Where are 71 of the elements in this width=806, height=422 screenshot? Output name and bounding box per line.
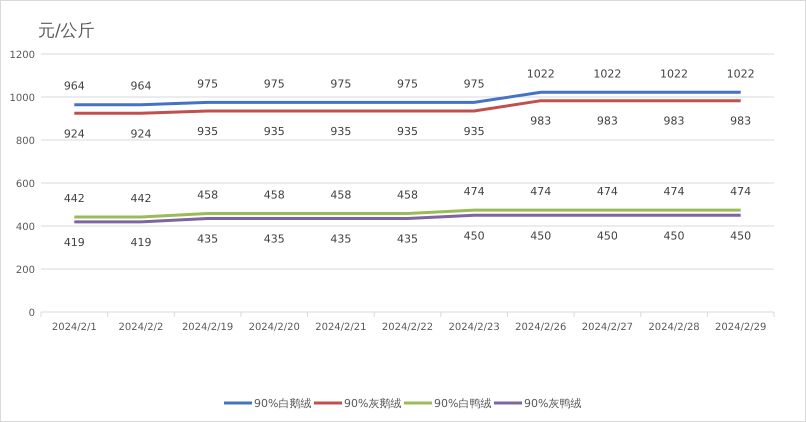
data-label: 458 (330, 188, 352, 202)
y-tick-label: 600 (16, 179, 35, 190)
y-tick-label: 400 (16, 222, 35, 233)
data-label: 1022 (593, 67, 622, 80)
x-tick-label: 2024/2/1 (52, 322, 97, 333)
data-label: 964 (130, 80, 152, 93)
legend-swatch (314, 402, 342, 404)
x-tick-label: 2024/2/21 (315, 322, 366, 333)
axis-title: 元/公斤 (38, 21, 95, 41)
data-label: 1022 (660, 67, 688, 80)
data-label: 435 (330, 232, 352, 246)
data-label: 419 (64, 236, 85, 249)
data-label: 1022 (726, 67, 755, 80)
data-label: 924 (64, 127, 85, 140)
y-tick-label: 1200 (10, 50, 35, 61)
data-label: 975 (330, 77, 352, 90)
data-label: 450 (730, 229, 752, 242)
data-label: 935 (264, 124, 285, 138)
data-label: 983 (730, 114, 752, 128)
data-label: 450 (596, 229, 618, 242)
x-tick-label: 2024/2/23 (448, 322, 500, 333)
data-label: 458 (197, 188, 218, 202)
data-label: 983 (664, 114, 685, 128)
data-label: 458 (397, 188, 418, 202)
data-label: 474 (464, 185, 485, 198)
x-tick-label: 2024/2/20 (248, 322, 300, 333)
data-label: 450 (530, 229, 552, 242)
data-label: 935 (464, 124, 485, 138)
data-label: 419 (130, 236, 152, 249)
x-tick-label: 2024/2/28 (648, 322, 700, 333)
data-label: 442 (130, 192, 152, 205)
data-label: 975 (197, 77, 218, 90)
data-label: 964 (64, 80, 85, 93)
data-label: 450 (464, 229, 485, 242)
legend-swatch (224, 402, 252, 404)
data-label: 435 (264, 232, 285, 246)
legend-swatch (494, 402, 522, 404)
data-label: 435 (197, 232, 218, 246)
data-label: 474 (530, 185, 552, 198)
data-label: 983 (596, 114, 618, 128)
y-tick-label: 1000 (10, 93, 35, 104)
legend-swatch (404, 402, 432, 404)
data-label: 450 (664, 229, 685, 242)
x-tick-label: 2024/2/22 (382, 322, 434, 333)
data-label: 935 (330, 124, 352, 138)
y-tick-label: 200 (16, 265, 35, 276)
legend-label: 90%灰鹅绒 (344, 397, 402, 410)
data-label: 983 (530, 114, 552, 128)
data-label: 1022 (526, 67, 555, 80)
data-label: 474 (596, 185, 618, 198)
data-label: 935 (397, 124, 418, 138)
data-label: 975 (397, 77, 418, 90)
x-tick-label: 2024/2/19 (182, 322, 234, 333)
data-label: 435 (397, 232, 418, 246)
data-label: 474 (730, 185, 752, 198)
x-tick-label: 2024/2/27 (582, 322, 634, 333)
data-label: 975 (264, 77, 285, 90)
x-tick-label: 2024/2/29 (715, 322, 766, 333)
data-label: 924 (130, 127, 152, 140)
x-tick-label: 2024/2/26 (515, 322, 566, 333)
y-tick-label: 0 (28, 308, 35, 319)
x-tick-label: 2024/2/2 (118, 322, 164, 333)
data-label: 442 (64, 192, 85, 205)
data-label: 474 (664, 185, 685, 198)
legend-label: 90%白鹅绒 (254, 397, 312, 410)
legend-label: 90%灰鸭绒 (524, 397, 582, 410)
data-label: 935 (197, 124, 218, 138)
data-label: 975 (464, 77, 485, 90)
data-label: 458 (264, 188, 285, 202)
legend-label: 90%白鸭绒 (434, 397, 492, 410)
y-tick-label: 800 (16, 136, 35, 147)
